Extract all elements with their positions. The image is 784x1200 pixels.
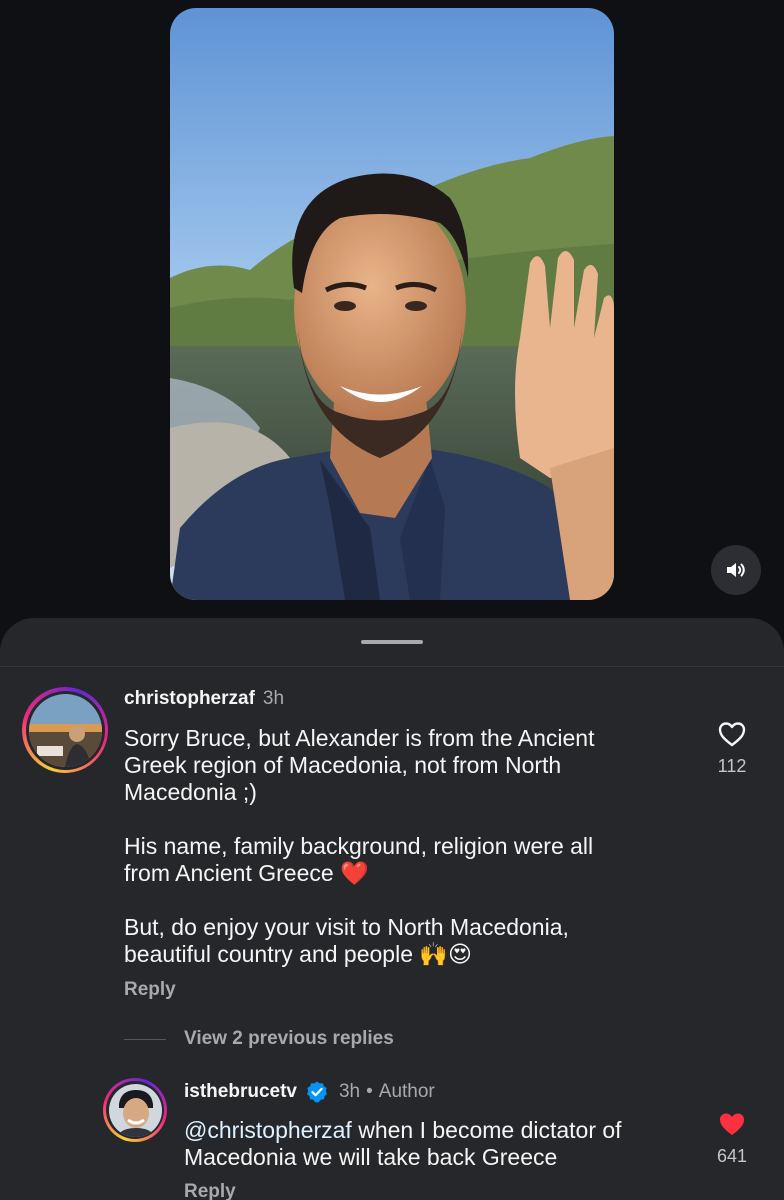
reply-button[interactable]: Reply [184,1181,236,1200]
view-previous-replies-label: View 2 previous replies [184,1028,394,1049]
reply-username[interactable]: isthebrucetv [184,1081,297,1103]
video-frame-image [170,8,614,600]
comment-item: christopherzaf 3h Sorry Bruce, but Alexa… [0,618,784,1018]
view-previous-replies-button[interactable]: View 2 previous replies [124,1028,394,1050]
reply-button[interactable]: Reply [124,979,176,1001]
avatar-image [108,1083,162,1137]
avatar[interactable] [22,687,108,773]
author-label: Author [378,1081,435,1102]
avatar[interactable] [103,1078,167,1142]
verified-badge-icon [306,1081,327,1103]
meta-separator: • [366,1081,373,1102]
replies-line [124,1038,166,1040]
comment-username[interactable]: christopherzaf [124,688,255,710]
heart-outline-icon[interactable] [717,720,747,748]
comment-text-line: Sorry Bruce, but Alexander is from the A… [124,725,595,751]
reply-item: isthebrucetv 3h • Author @christopherzaf… [0,1068,784,1200]
comment-text: Sorry Bruce, but Alexander is from the A… [124,725,684,968]
comment-time: 3h [262,688,285,709]
comment-text-line: But, do enjoy your visit to North Macedo… [124,914,569,940]
comment-text-line: beautiful country and people 🙌😍 [124,941,472,967]
like-count: 112 [717,756,747,776]
mention-link[interactable]: @christopherzaf [184,1117,352,1143]
like-count: 641 [716,1146,748,1166]
video-area [0,0,784,620]
reply-time: 3h [338,1081,361,1102]
reply-text-line: Macedonia we will take back Greece [184,1144,558,1170]
comment-text-line: His name, family background, religion we… [124,833,594,859]
speaker-icon [727,563,745,577]
heart-filled-icon[interactable] [717,1110,747,1138]
comment-text-line: from Ancient Greece ❤️ [124,860,369,886]
comment-text-line: Greek region of Macedonia, not from Nort… [124,752,562,778]
reply-text-line: when I become dictator of [351,1117,622,1143]
video-player[interactable] [170,8,614,600]
avatar-image [28,693,102,767]
sound-toggle-button[interactable] [711,545,761,595]
reply-text: @christopherzaf when I become dictator o… [184,1117,684,1171]
comments-sheet: christopherzaf 3h Sorry Bruce, but Alexa… [0,618,784,1200]
comment-text-line: Macedonia ;) [124,779,257,805]
